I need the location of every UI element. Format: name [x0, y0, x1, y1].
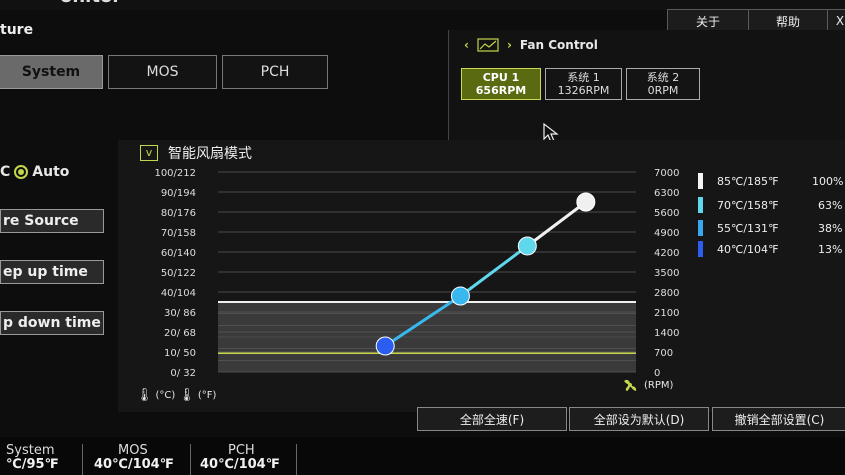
- y-left-tick-label: 30/ 86: [164, 308, 196, 319]
- legend-pct: 63%: [818, 199, 843, 212]
- unit-fahrenheit: (°F): [197, 390, 217, 401]
- y-right-tick-label: 2800: [654, 288, 679, 299]
- divider: [82, 444, 83, 475]
- legend-pct: 13%: [818, 243, 843, 256]
- undo-all-button[interactable]: 撤销全部设置(C): [712, 407, 845, 431]
- y-right-tick-label: 7000: [654, 168, 679, 179]
- thermometer-icon: 🌡: [136, 388, 153, 403]
- curve-point[interactable]: [375, 336, 395, 356]
- legend-pct: 38%: [818, 222, 843, 235]
- y-left-tick-label: 100/212: [154, 168, 196, 179]
- legend-temp: 85℃/185℉: [717, 174, 779, 188]
- y-right-tick-label: 5600: [654, 208, 679, 219]
- legend-temp: 40℃/104℉: [717, 242, 779, 256]
- y-left-tick-label: 20/ 68: [164, 328, 196, 339]
- temp-units: 🌡 (°C) 🌡 (°F): [136, 388, 216, 403]
- rpm-units: (RPM): [622, 378, 673, 392]
- temp-label: MOS: [118, 443, 148, 458]
- temp-value: 40℃/104℉: [94, 457, 174, 472]
- temp-status-mos: MOS 40℃/104℉: [94, 444, 174, 472]
- y-left-tick-label: 0/ 32: [170, 368, 196, 379]
- thermometer-icon: 🌡: [178, 388, 195, 403]
- y-left-tick-label: 10/ 50: [164, 348, 196, 359]
- curve-point[interactable]: [517, 236, 537, 256]
- y-left-tick-label: 70/158: [161, 228, 196, 239]
- legend-swatch: [698, 220, 703, 236]
- temp-status-pch: PCH 40℃/104℉: [200, 444, 280, 472]
- y-left-tick-label: 80/176: [161, 208, 196, 219]
- y-right-tick-label: 3500: [654, 268, 679, 279]
- legend-item: 55℃/131℉: [698, 219, 779, 237]
- y-right-tick-label: 4200: [654, 248, 679, 259]
- y-right-tick-label: 6300: [654, 188, 679, 199]
- unit-celsius: (°C): [155, 390, 176, 401]
- legend-swatch: [698, 241, 703, 257]
- all-full-speed-button[interactable]: 全部全速(F): [417, 407, 567, 431]
- temp-status-system: System ℃/95℉: [6, 444, 59, 472]
- y-right-tick-label: 2100: [654, 308, 679, 319]
- temp-label: System: [6, 443, 55, 458]
- curve-segment: [526, 200, 587, 248]
- temp-value: ℃/95℉: [6, 457, 59, 472]
- legend-item: 40℃/104℉: [698, 240, 779, 258]
- legend-pct: 100%: [812, 175, 844, 188]
- curve-point[interactable]: [576, 192, 596, 212]
- temp-label: PCH: [228, 443, 255, 458]
- y-right-tick-label: 1400: [654, 328, 679, 339]
- legend-item: 70℃/158℉: [698, 196, 779, 214]
- y-left-tick-label: 90/194: [161, 188, 196, 199]
- curve-segment: [459, 244, 529, 298]
- divider: [296, 444, 297, 475]
- temp-value: 40℃/104℉: [200, 457, 280, 472]
- legend-swatch: [698, 173, 703, 189]
- y-right-tick-label: 700: [654, 348, 673, 359]
- y-right-tick-label: 4900: [654, 228, 679, 239]
- curve-point[interactable]: [450, 286, 470, 306]
- unit-rpm: (RPM): [644, 379, 674, 391]
- legend-swatch: [698, 197, 703, 213]
- fan-curve-chart[interactable]: 100/212 7000 90/194 6300 80/176 5600 70/158 490…: [0, 0, 845, 475]
- all-default-button[interactable]: 全部设为默认(D): [569, 407, 709, 431]
- legend-temp: 70℃/158℉: [717, 198, 779, 212]
- legend-item: 85℃/185℉: [698, 172, 779, 190]
- y-left-tick-label: 50/122: [161, 268, 196, 279]
- y-left-tick-label: 60/140: [161, 248, 196, 259]
- legend-temp: 55℃/131℉: [717, 221, 779, 235]
- y-left-tick-label: 40/104: [161, 288, 196, 299]
- divider: [190, 444, 191, 475]
- fan-icon: [624, 379, 637, 391]
